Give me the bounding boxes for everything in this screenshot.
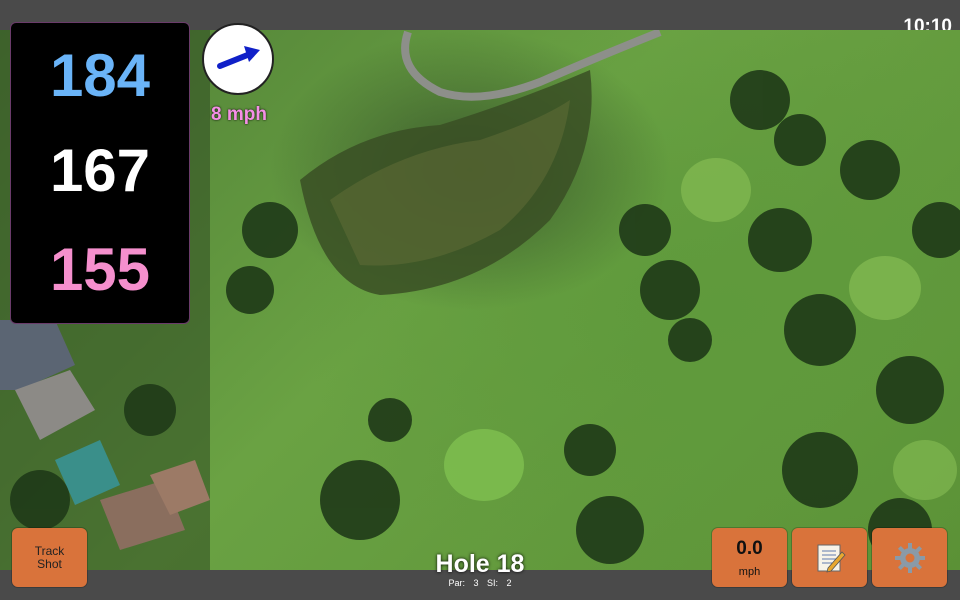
- hole-title: Hole 18: [435, 550, 525, 578]
- back-distance: 184: [49, 42, 151, 109]
- hole-info: Par: 3 SI: 2: [380, 578, 580, 588]
- speed-button[interactable]: 0.0 mph: [712, 528, 787, 587]
- gear-icon: [895, 543, 925, 573]
- hole-stroke-index: SI: 2: [487, 578, 512, 588]
- track-shot-label: Track Shot: [34, 544, 65, 571]
- front-distance: 155: [49, 236, 151, 303]
- notes-button[interactable]: [792, 528, 867, 587]
- track-shot-button[interactable]: Track Shot: [12, 528, 87, 587]
- wind-indicator: [202, 23, 274, 95]
- notepad-icon: [817, 544, 846, 573]
- distance-panel: 184 167 155: [10, 22, 190, 324]
- wind-speed: 8 mph: [211, 104, 267, 125]
- middle-distance: 167: [49, 137, 151, 204]
- wind-direction-arrow-icon: [217, 46, 260, 69]
- speed-unit: mph: [738, 566, 761, 578]
- settings-button[interactable]: [872, 528, 947, 587]
- hole-par: Par: 3: [448, 578, 479, 588]
- speed-value: 0.0: [736, 538, 763, 559]
